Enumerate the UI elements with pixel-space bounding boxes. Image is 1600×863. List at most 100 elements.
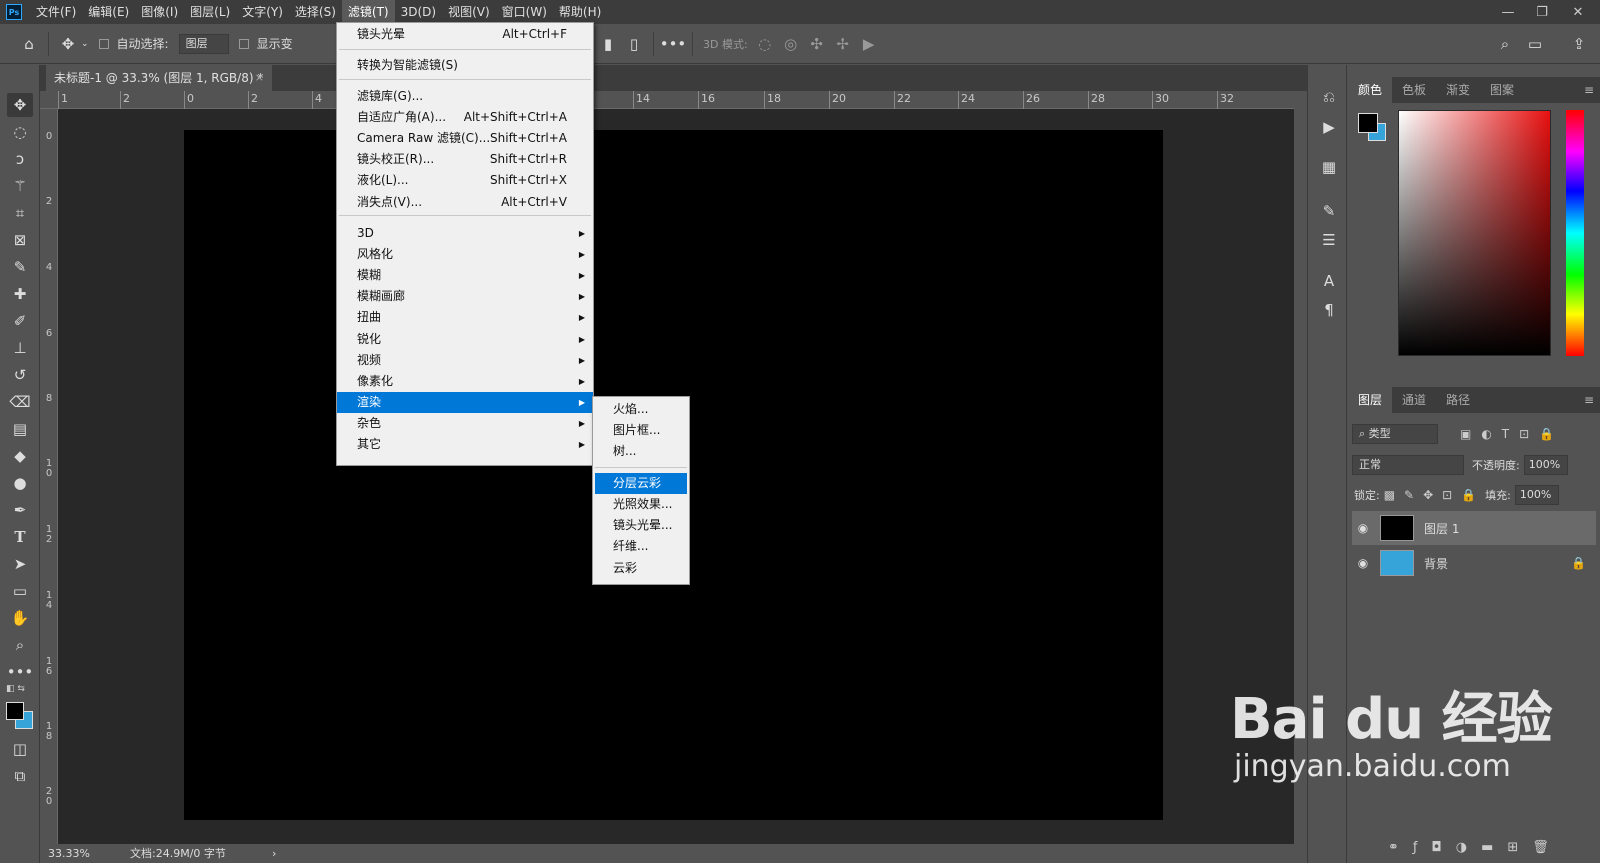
opacity-input[interactable]: 100% — [1523, 455, 1568, 475]
menu-2[interactable]: 图像(I) — [135, 0, 184, 24]
adjustments-icon[interactable]: ☰ — [1316, 228, 1342, 252]
healing-brush-tool-icon[interactable]: ✚ — [7, 282, 33, 306]
filter-menu-item[interactable]: Camera Raw 滤镜(C)... Shift+Ctrl+A — [337, 128, 593, 149]
filter-menu-item[interactable]: 渲染 ▶ — [337, 392, 593, 413]
filter-menu-item[interactable]: 像素化 ▶ — [337, 371, 593, 392]
lock-icons[interactable]: ▩✎✥⊡🔒 — [1384, 488, 1485, 502]
crop-tool-icon[interactable]: ⌗ — [7, 201, 33, 225]
default-colors-icon[interactable]: ◧ ⇆ — [6, 684, 25, 694]
share-icon[interactable]: ⇪ — [1566, 31, 1592, 57]
home-icon[interactable]: ⌂ — [16, 31, 42, 57]
render-submenu-item[interactable]: 火焰... — [595, 399, 687, 420]
more-options-icon[interactable]: ••• — [660, 31, 687, 57]
libraries-panel-icon[interactable]: ▦ — [1316, 155, 1342, 179]
panel-tab[interactable]: 图层 — [1348, 387, 1393, 413]
filter-menu-item[interactable]: 镜头光晕 Alt+Ctrl+F — [337, 24, 593, 45]
move-tool-icon[interactable]: ✥ — [55, 31, 81, 57]
3d-slide-icon[interactable]: ✢ — [830, 31, 856, 57]
document-tab[interactable]: 未标题-1 @ 33.3% (图层 1, RGB/8) * × — [46, 65, 272, 91]
menu-7[interactable]: 3D(D) — [395, 0, 442, 24]
move-tool-icon[interactable]: ✥ — [7, 93, 33, 117]
close-tab-icon[interactable]: × — [255, 65, 264, 91]
layer-row[interactable]: ◉ 背景 🔒 — [1352, 546, 1596, 580]
zoom-tool-icon[interactable]: ⌕ — [7, 633, 33, 657]
marquee-tool-icon[interactable]: ◌ — [7, 120, 33, 144]
chevron-down-icon[interactable]: ⌄ — [81, 39, 89, 49]
3d-pan-icon[interactable]: ✣ — [804, 31, 830, 57]
auto-select-dropdown[interactable]: 图层 — [178, 33, 229, 54]
filter-menu-item[interactable]: 其它 ▶ — [337, 434, 593, 455]
3d-roll-icon[interactable]: ◎ — [778, 31, 804, 57]
filter-menu-item[interactable]: 模糊 ▶ — [337, 265, 593, 286]
auto-select-checkbox[interactable] — [98, 38, 109, 49]
lasso-tool-icon[interactable]: ↄ — [7, 147, 33, 171]
foreground-color-swatch[interactable] — [6, 702, 24, 720]
stamp-tool-icon[interactable]: ⊥ — [7, 336, 33, 360]
brush-settings-icon[interactable]: ✎ — [1316, 199, 1342, 223]
filter-menu-item[interactable]: 风格化 ▶ — [337, 244, 593, 265]
menu-10[interactable]: 帮助(H) — [553, 0, 607, 24]
dodge-tool-icon[interactable]: ● — [7, 471, 33, 495]
filter-menu-item[interactable]: 扭曲 ▶ — [337, 307, 593, 328]
frame-tool-icon[interactable]: ⊠ — [7, 228, 33, 252]
render-submenu-item[interactable]: 图片框... — [595, 420, 687, 441]
menu-0[interactable]: 文件(F) — [30, 0, 82, 24]
hand-tool-icon[interactable]: ✋ — [7, 606, 33, 630]
pen-tool-icon[interactable]: ✒ — [7, 498, 33, 522]
paragraph-panel-icon[interactable]: ¶ — [1316, 298, 1342, 322]
filter-menu-item[interactable]: 消失点(V)... Alt+Ctrl+V — [337, 192, 593, 213]
filter-menu-item[interactable]: 滤镜库(G)... — [337, 86, 593, 107]
panel-tab[interactable]: 渐变 — [1436, 77, 1480, 103]
render-submenu-item[interactable]: 镜头光晕... — [595, 515, 687, 536]
filter-menu-item[interactable]: 镜头校正(R)... Shift+Ctrl+R — [337, 149, 593, 170]
screen-mode-icon[interactable]: ⧉ — [7, 764, 33, 788]
restore-icon[interactable]: ❐ — [1527, 0, 1557, 24]
zoom-level[interactable]: 33.33% — [48, 844, 90, 863]
menu-9[interactable]: 窗口(W) — [496, 0, 553, 24]
show-transform-checkbox[interactable] — [238, 38, 249, 49]
actions-panel-icon[interactable]: ▶ — [1316, 115, 1342, 139]
panel-tab[interactable]: 路径 — [1436, 387, 1480, 413]
workspace-icon[interactable]: ▭ — [1522, 31, 1548, 57]
layer-row[interactable]: ◉ 图层 1 — [1352, 511, 1596, 545]
menu-3[interactable]: 图层(L) — [184, 0, 236, 24]
menu-4[interactable]: 文字(Y) — [236, 0, 289, 24]
path-selection-tool-icon[interactable]: ➤ — [7, 552, 33, 576]
align-bottom-icon[interactable]: ▮ — [595, 31, 621, 57]
render-submenu-item[interactable]: 分层云彩 — [595, 473, 687, 494]
menu-6[interactable]: 滤镜(T) — [341, 0, 395, 24]
status-arrow-icon[interactable]: › — [272, 844, 276, 863]
panel-tab[interactable]: 色板 — [1392, 77, 1436, 103]
color-field[interactable] — [1398, 110, 1551, 356]
filter-menu-item[interactable]: 自适应广角(A)... Alt+Shift+Ctrl+A — [337, 107, 593, 128]
history-brush-tool-icon[interactable]: ↺ — [7, 363, 33, 387]
foreground-color-swatch[interactable] — [1358, 113, 1378, 133]
menu-5[interactable]: 选择(S) — [289, 0, 342, 24]
minimize-icon[interactable]: — — [1493, 0, 1523, 24]
panel-tab[interactable]: 图案 — [1480, 77, 1524, 103]
distribute-icon[interactable]: ▯ — [621, 31, 647, 57]
filter-menu-item[interactable]: 3D ▶ — [337, 223, 593, 244]
layer-filter-icons[interactable]: ▣◐T⊡🔒 — [1460, 427, 1564, 441]
3d-orbit-icon[interactable]: ◌ — [752, 31, 778, 57]
render-submenu-item[interactable]: 树... — [595, 441, 687, 462]
gradient-tool-icon[interactable]: ▤ — [7, 417, 33, 441]
panel-tab[interactable]: 颜色 — [1348, 77, 1393, 103]
layer-actions-bar[interactable]: ⚭ƒ◘◑▬⊞🗑 — [1388, 840, 1563, 855]
magic-wand-tool-icon[interactable]: ⚚ — [7, 174, 33, 198]
panel-menu-icon[interactable]: ≡ — [1584, 387, 1594, 413]
render-submenu-item[interactable]: 纤维... — [595, 536, 687, 557]
filter-menu-item[interactable]: 液化(L)... Shift+Ctrl+X — [337, 170, 593, 191]
rectangle-tool-icon[interactable]: ▭ — [7, 579, 33, 603]
filter-menu-item[interactable]: 转换为智能滤镜(S) — [337, 55, 593, 76]
blend-mode-dropdown[interactable]: 正常 — [1352, 455, 1464, 475]
filter-menu-item[interactable]: 锐化 ▶ — [337, 329, 593, 350]
quick-mask-icon[interactable]: ◫ — [7, 737, 33, 761]
visibility-eye-icon[interactable]: ◉ — [1352, 556, 1374, 570]
close-icon[interactable]: ✕ — [1563, 0, 1593, 24]
eraser-tool-icon[interactable]: ⌫ — [7, 390, 33, 414]
render-submenu-item[interactable]: 光照效果... — [595, 494, 687, 515]
fill-input[interactable]: 100% — [1514, 485, 1559, 505]
menu-1[interactable]: 编辑(E) — [82, 0, 135, 24]
menu-8[interactable]: 视图(V) — [442, 0, 496, 24]
